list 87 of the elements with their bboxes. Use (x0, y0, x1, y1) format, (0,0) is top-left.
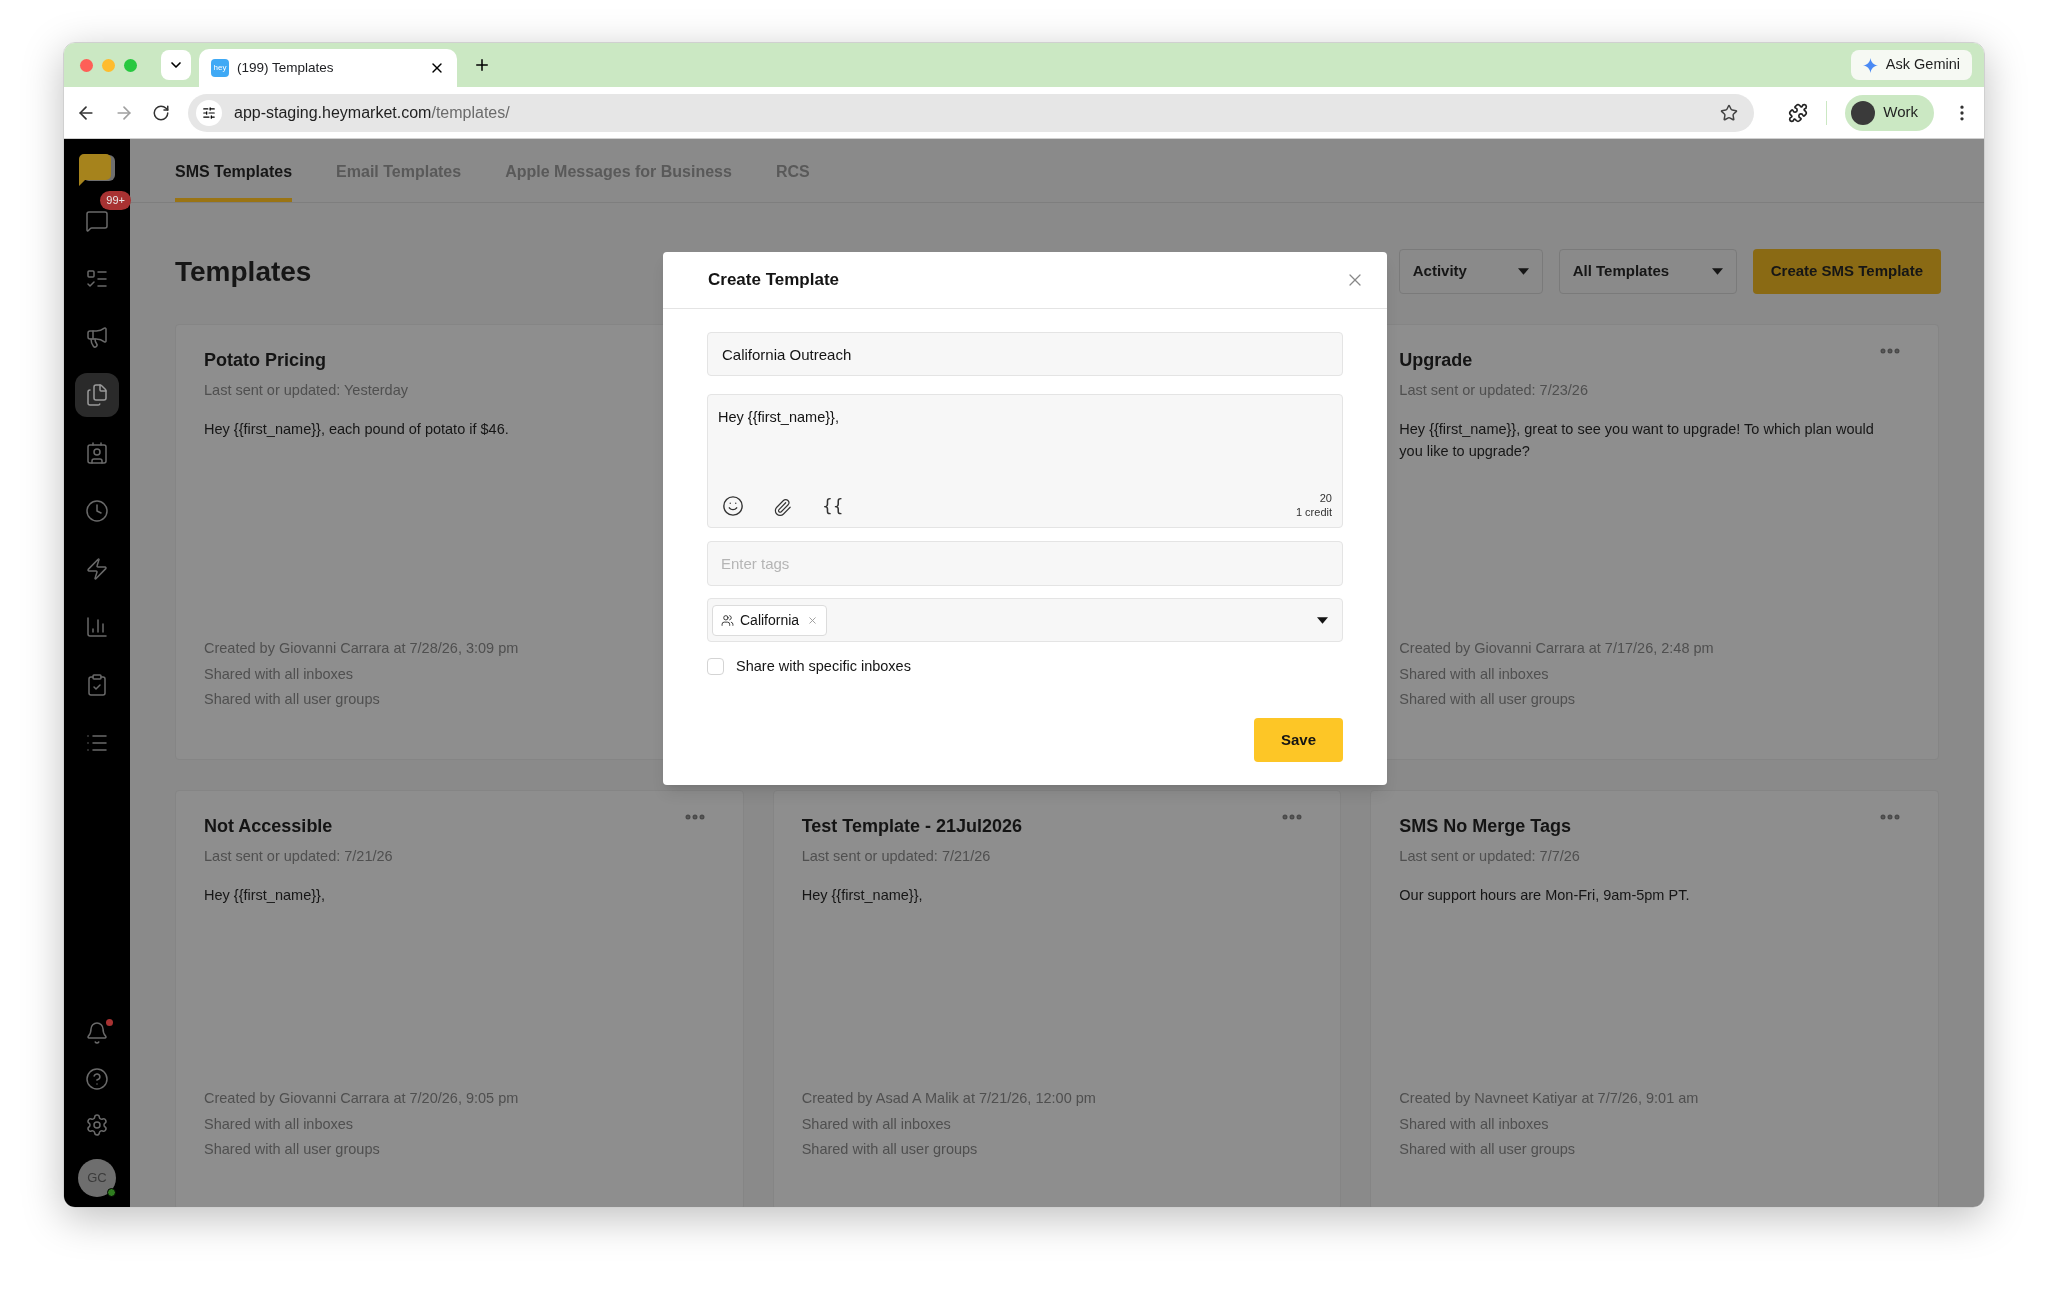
bar-chart-icon (85, 615, 109, 639)
message-field[interactable]: Hey {{first_name}}, {{ 20 1 credit (707, 394, 1343, 528)
card-created: Created by Asad A Malik at 7/21/26, 12:00 pm (801, 1088, 1097, 1108)
logo-icon (77, 153, 117, 187)
filter-dropdown[interactable]: Activity (1398, 249, 1543, 294)
card-body: Hey {{first_name}}, great to see you want to upgrade! To which plan would you like to upgrade? (1399, 419, 1875, 461)
credit-count: 1 credit (1295, 505, 1332, 519)
card-groups: Shared with all user groups (204, 689, 715, 711)
card-title: Potato Pricing (204, 349, 326, 372)
ask-gemini-button[interactable]: Ask Gemini (1850, 50, 1972, 80)
documents-icon (85, 383, 109, 407)
contact-icon (85, 441, 109, 465)
reload-icon[interactable] (152, 103, 170, 122)
card-inboxes: Shared with all inboxes (1399, 1114, 1550, 1134)
users-icon (721, 613, 734, 627)
avatar-silhouette (1851, 100, 1876, 125)
card-title: Test Template - 21Jul2026 (801, 815, 1023, 838)
card-inboxes: Shared with all inboxes (1399, 664, 1550, 684)
card-inboxes: Shared with all inboxes (204, 664, 355, 684)
megaphone-icon (85, 325, 109, 349)
card-groups: Shared with all user groups (1399, 1139, 1910, 1161)
bell-icon[interactable] (85, 1021, 109, 1045)
save-button[interactable]: Save (1254, 717, 1343, 762)
clock-icon (85, 499, 109, 523)
card-updated: Last sent or updated: 7/23/26 (1399, 381, 1589, 400)
card-created: Created by Giovanni Carrara at 7/17/26, 2:48 pm (1399, 638, 1715, 658)
card-inboxes: Shared with all inboxes (204, 1114, 355, 1134)
filter-dropdown[interactable]: All Templates (1558, 249, 1737, 294)
merge-field-button[interactable]: {{ (822, 493, 844, 519)
card-updated: Last sent or updated: 7/7/26 (1399, 847, 1581, 866)
checkbox[interactable] (707, 658, 724, 676)
tab[interactable]: SMS Templates (175, 160, 293, 202)
card-updated: Last sent or updated: 7/21/26 (801, 847, 992, 866)
browser-tab[interactable]: hey (199) Templates (199, 49, 457, 87)
extensions-icon[interactable] (1788, 102, 1809, 123)
clipboard-check-icon (85, 673, 109, 697)
card-title: Upgrade (1399, 349, 1473, 372)
emoji-icon[interactable] (722, 495, 744, 517)
tab-title: (199) Templates (237, 58, 335, 77)
lightning-icon (85, 557, 109, 581)
chat-icon (85, 209, 109, 233)
card-updated: Last sent or updated: 7/21/26 (204, 847, 394, 866)
template-card[interactable]: SMS No Merge Tags Last sent or updated: 7/7/26 Our support hours are Mon-Fri, 9am-5pm PT. Created by Navneet Katiyar at 7/7/26, 9:01 am Shared with all inboxes Shared with all user groups (1370, 790, 1939, 1207)
card-groups: Shared with all user groups (801, 1139, 1313, 1161)
settings-icon[interactable] (85, 1113, 109, 1137)
card-title: Not Accessible (204, 815, 333, 838)
profile-button[interactable]: Work (1845, 94, 1934, 131)
caret-icon (1711, 268, 1723, 275)
url-text: app-staging.heymarket.com/templates/ (234, 102, 511, 123)
paperclip-icon[interactable] (773, 498, 792, 517)
site-info-button[interactable] (196, 99, 222, 126)
card-body: Hey {{first_name}}, (801, 885, 924, 905)
unread-badge: 99+ (100, 191, 131, 210)
character-count: 20 (1319, 491, 1332, 505)
address-bar[interactable]: app-staging.heymarket.com/templates/ (188, 93, 1755, 132)
card-body: Our support hours are Mon-Fri, 9am-5pm PT. (1399, 885, 1691, 905)
page-title: Templates (175, 254, 312, 289)
template-card[interactable]: Test Template - 21Jul2026 Last sent or updated: 7/21/26 Hey {{first_name}}, Created by Asad A Malik at 7/21/26, 12:00 pm Shared with all inboxes Shared with all user groups (772, 790, 1342, 1207)
card-groups: Shared with all user groups (204, 1139, 715, 1161)
card-created: Created by Giovanni Carrara at 7/28/26, 3:09 pm (204, 638, 520, 658)
sidebar-item[interactable] (75, 373, 119, 417)
card-created: Created by Giovanni Carrara at 7/20/26, 9:05 pm (204, 1088, 520, 1108)
card-updated: Last sent or updated: Yesterday (204, 381, 409, 400)
bookmark-star-icon[interactable] (1720, 103, 1739, 122)
card-body: Hey {{first_name}}, each pound of potato if $46. (204, 419, 510, 439)
caret-icon (1317, 616, 1328, 624)
caret-icon (1517, 268, 1529, 275)
group-chip: California (712, 604, 828, 636)
tags-field[interactable]: Enter tags (707, 541, 1343, 586)
sliders-icon (202, 105, 216, 120)
dialog-title: Create Template (708, 269, 839, 292)
card-body: Hey {{first_name}}, (204, 885, 326, 905)
template-name-field[interactable]: California Outreach (707, 332, 1343, 376)
card-inboxes: Shared with all inboxes (801, 1114, 952, 1134)
sparkle-icon (1862, 57, 1878, 73)
remove-icon[interactable] (807, 614, 819, 626)
create-template-button[interactable]: Create SMS Template (1752, 249, 1941, 294)
user-group-select[interactable]: California (707, 598, 1343, 642)
card-groups: Shared with all user groups (1399, 689, 1910, 711)
close-window-button[interactable] (80, 58, 93, 72)
card-created: Created by Navneet Katiyar at 7/7/26, 9:01 am (1399, 1088, 1700, 1108)
card-title: SMS No Merge Tags (1399, 815, 1572, 838)
new-tab-icon[interactable] (473, 56, 491, 74)
favicon: hey (211, 59, 229, 77)
help-icon[interactable] (85, 1067, 109, 1091)
tab-search-button[interactable] (161, 50, 191, 80)
template-card[interactable]: Not Accessible Last sent or updated: 7/21/26 Hey {{first_name}}, Created by Giovanni Carrara at 7/20/26, 9:05 pm Shared with all inboxes Shared with all user groups (175, 790, 744, 1207)
